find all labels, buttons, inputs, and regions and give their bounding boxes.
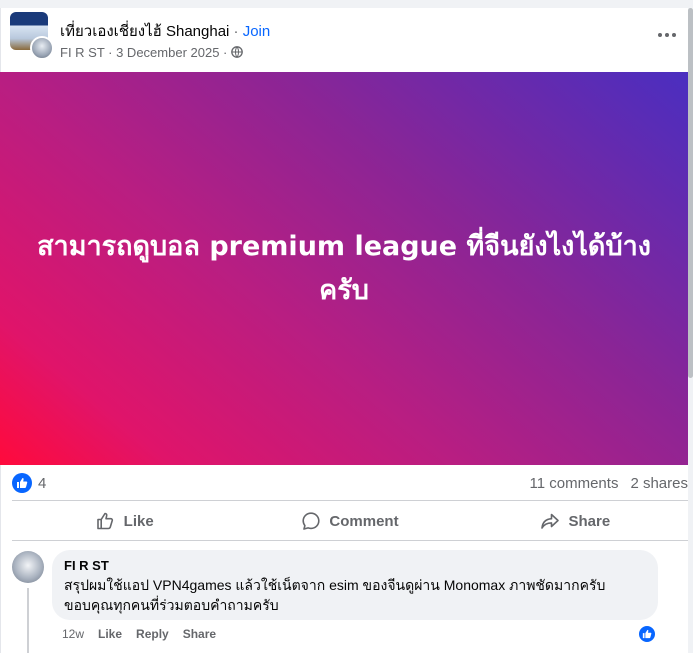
join-link[interactable]: Join [243, 23, 271, 40]
comment-bubble: FI R ST สรุปผมใช้แอป VPN4games แล้วใช้เน… [52, 550, 658, 620]
header-title-line: เที่ยวเองเชี่ยงไฮ้ Shanghai · Join [60, 23, 270, 41]
like-count[interactable]: 4 [38, 475, 46, 492]
comment-icon [302, 512, 321, 530]
post-stats: 4 11 comments 2 shares [12, 473, 688, 493]
comment-like-link[interactable]: Like [98, 627, 122, 641]
like-label: Like [123, 512, 154, 530]
comment-text-line-2: ขอบคุณทุกคนที่ร่วมตอบคำถามครับ [64, 597, 279, 613]
scrollbar-thumb[interactable] [688, 8, 693, 378]
commenter-avatar[interactable] [12, 551, 44, 583]
shares-count[interactable]: 2 shares [630, 475, 688, 492]
share-icon [541, 513, 560, 529]
comment-like-reaction-icon[interactable] [638, 625, 656, 643]
post-meta: FI R ST · 3 December 2025 · [60, 45, 243, 61]
post-banner[interactable]: สามารถดูบอล premium league ที่จีนยังไงได… [0, 72, 688, 465]
feed-background [0, 0, 693, 8]
like-reaction-icon[interactable] [12, 473, 32, 493]
comment-text-line-1: สรุปผมใช้แอป VPN4games แล้วใช้เน็ตจาก es… [64, 577, 606, 593]
banner-text: สามารถดูบอล premium league ที่จีนยังไงได… [37, 230, 651, 306]
separator: · [229, 23, 243, 40]
comment-meta: 12w Like Reply Share [62, 627, 230, 641]
share-button[interactable]: Share [463, 502, 688, 540]
more-icon[interactable] [654, 26, 680, 44]
thread-line [27, 588, 29, 653]
action-bar: Like Comment Share [12, 502, 688, 540]
comments-count[interactable]: 11 comments [530, 475, 619, 492]
like-button[interactable]: Like [12, 502, 237, 540]
share-label: Share [568, 512, 611, 530]
comment-reply-link[interactable]: Reply [136, 627, 169, 641]
group-name-link[interactable]: เที่ยวเองเชี่ยงไฮ้ Shanghai [60, 23, 229, 40]
comment-label: Comment [329, 512, 399, 530]
comment-time[interactable]: 12w [62, 627, 84, 641]
comment-author[interactable]: FI R ST [64, 558, 646, 574]
comment-share-link[interactable]: Share [183, 627, 216, 641]
divider [12, 540, 688, 541]
stats-right: 11 comments 2 shares [530, 475, 688, 492]
comment-button[interactable]: Comment [237, 502, 462, 540]
like-icon [96, 512, 113, 530]
post-header: เที่ยวเองเชี่ยงไฮ้ Shanghai · Join FI R … [10, 12, 680, 60]
author-avatar[interactable] [30, 36, 54, 60]
globe-icon [231, 46, 243, 58]
divider [12, 500, 688, 501]
author-date[interactable]: FI R ST · 3 December 2025 · [60, 45, 231, 60]
